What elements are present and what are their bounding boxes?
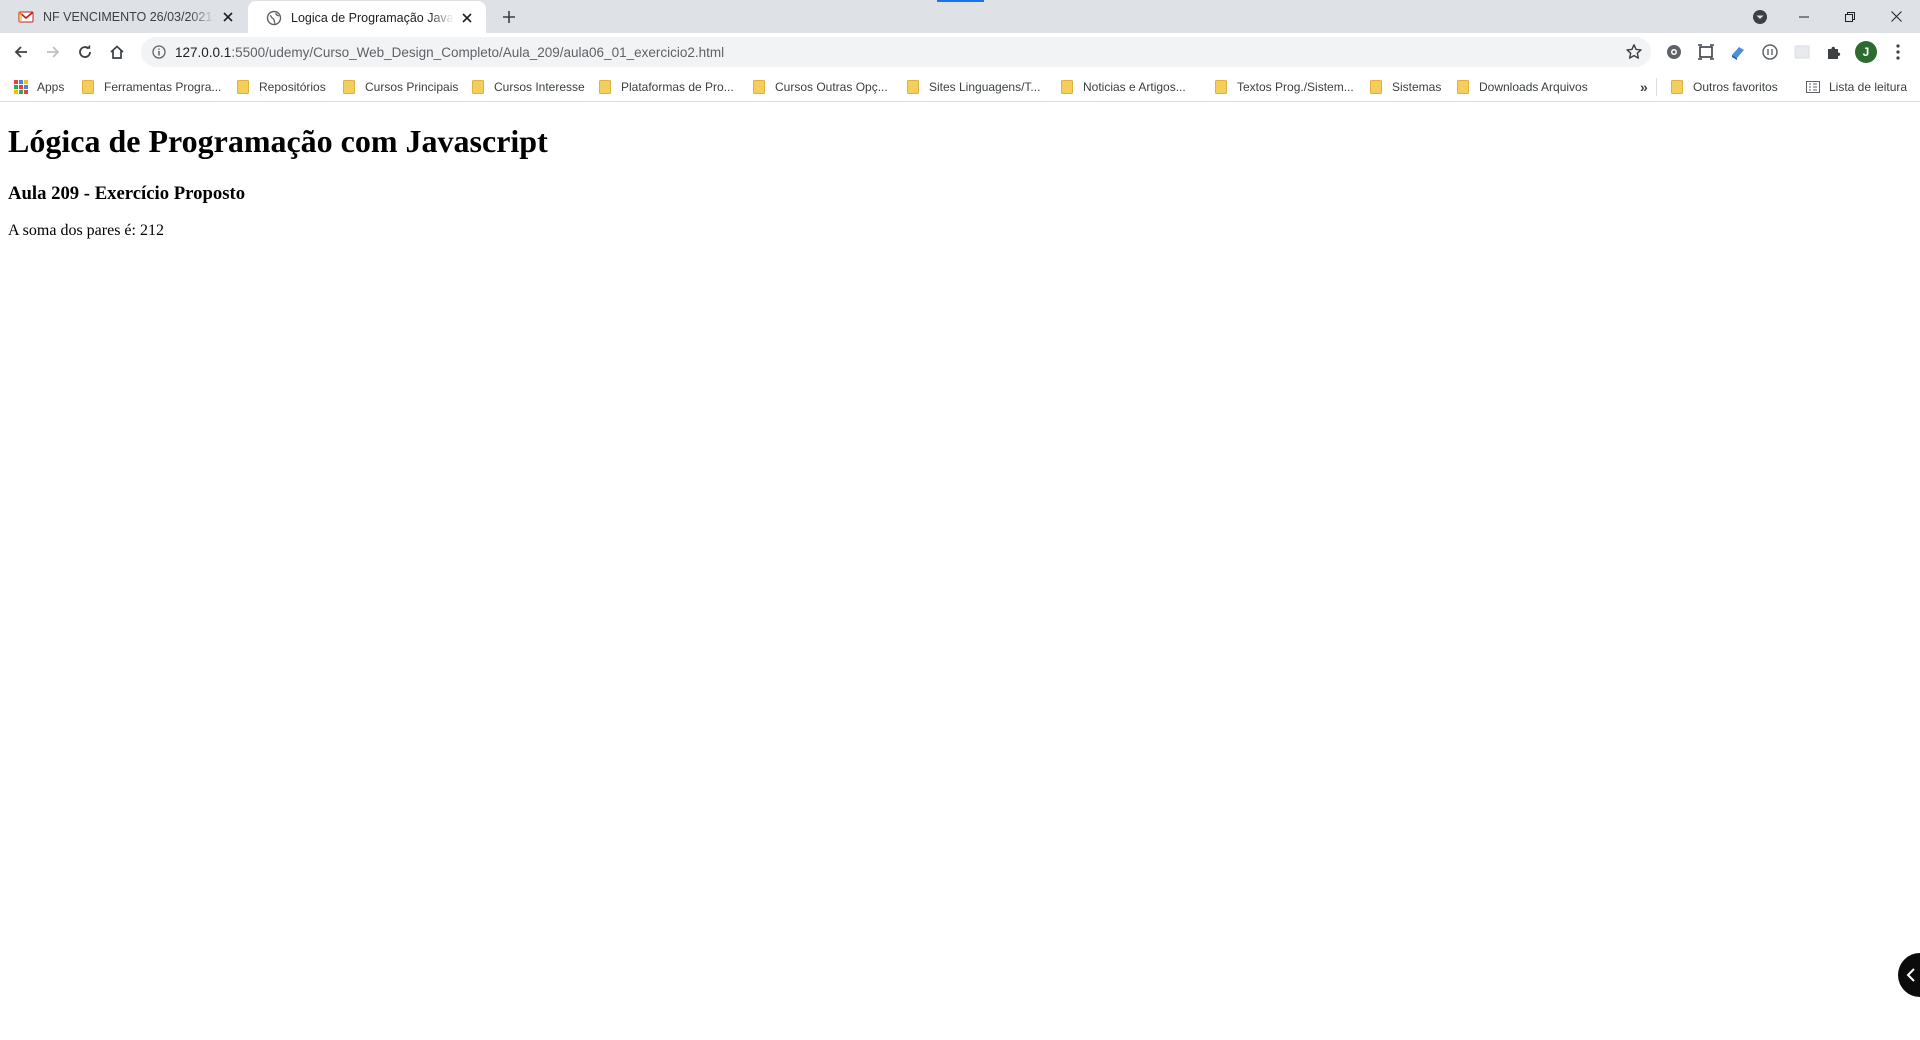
extension-blank-icon[interactable]	[1792, 42, 1812, 62]
bookmark-label: Apps	[37, 80, 65, 94]
bookmark-label: Noticias e Artigos...	[1083, 80, 1186, 94]
minimize-button[interactable]	[1781, 0, 1827, 33]
folder-icon	[599, 80, 611, 94]
bookmark-label: Lista de leitura	[1829, 80, 1908, 94]
bookmark-label: Plataformas de Pro...	[621, 80, 734, 94]
reading-list-button[interactable]: Lista de leitura	[1806, 78, 1907, 96]
close-window-button[interactable]	[1873, 0, 1919, 33]
bookmark-folder[interactable]: Cursos Principais	[343, 78, 458, 96]
bookmark-folder[interactable]: Textos Prog./Sistem...	[1215, 78, 1354, 96]
chevron-left-icon	[1906, 968, 1915, 982]
folder-icon	[1457, 80, 1469, 94]
bookmarks-bar: Apps Ferramentas Progra... Repositórios …	[0, 70, 1920, 102]
result-text: A soma dos pares é: 212	[8, 222, 164, 239]
bookmark-apps[interactable]: Apps	[14, 78, 64, 96]
close-icon[interactable]	[458, 9, 476, 27]
folder-icon	[907, 80, 919, 94]
tab-logica-programacao[interactable]: Logica de Programação Javascrip	[248, 1, 486, 35]
site-info-icon[interactable]	[151, 44, 167, 60]
folder-icon	[82, 80, 94, 94]
bookmark-label: Downloads Arquivos	[1479, 80, 1588, 94]
url-text[interactable]: 127.0.0.1:5500/udemy/Curso_Web_Design_Co…	[175, 45, 724, 60]
bookmark-folder[interactable]: Noticias e Artigos...	[1061, 78, 1186, 96]
bookmark-label: Cursos Interesse	[494, 80, 585, 94]
browser-toolbar: 127.0.0.1:5500/udemy/Curso_Web_Design_Co…	[0, 34, 1920, 70]
folder-icon	[343, 80, 355, 94]
folder-icon	[1370, 80, 1382, 94]
bookmark-star-icon[interactable]	[1625, 43, 1643, 61]
folder-icon	[1671, 80, 1683, 94]
bookmark-folder[interactable]: Ferramentas Progra...	[82, 78, 221, 96]
extension-layers-icon[interactable]	[1728, 42, 1748, 62]
plus-icon	[503, 11, 515, 23]
bookmark-folder[interactable]: Sistemas	[1370, 78, 1441, 96]
extension-circle-icon[interactable]	[1760, 42, 1780, 62]
extension-gear-icon[interactable]	[1664, 42, 1684, 62]
bookmark-label: Cursos Outras Opç...	[775, 80, 888, 94]
profile-avatar[interactable]: J	[1855, 41, 1877, 63]
bookmark-folder[interactable]: Cursos Interesse	[472, 78, 585, 96]
bookmarks-separator	[1656, 78, 1657, 96]
page-title: Lógica de Programação com Javascript	[8, 123, 548, 159]
tab-title: NF VENCIMENTO 26/03/2021 - j	[43, 9, 215, 24]
tab-gmail[interactable]: NF VENCIMENTO 26/03/2021 - j	[0, 0, 247, 33]
arrow-left-icon	[14, 46, 27, 58]
reading-list-icon	[1806, 81, 1820, 93]
bookmark-label: Outros favoritos	[1693, 80, 1778, 94]
home-icon	[110, 45, 124, 59]
url-path: :5500/udemy/Curso_Web_Design_Completo/Au…	[231, 44, 725, 60]
bookmark-label: Cursos Principais	[365, 80, 459, 94]
tab-drag-indicator	[937, 0, 984, 2]
new-tab-button[interactable]	[497, 6, 521, 28]
bookmark-folder[interactable]: Sites Linguagens/T...	[907, 78, 1040, 96]
tab-search-button[interactable]	[1750, 7, 1770, 27]
url-host: 127.0.0.1	[175, 44, 232, 60]
bookmark-other-favorites[interactable]: Outros favoritos	[1671, 78, 1778, 96]
globe-icon	[266, 10, 282, 26]
bookmark-label: Sites Linguagens/T...	[929, 80, 1041, 94]
folder-icon	[472, 80, 484, 94]
restore-icon	[1845, 11, 1855, 22]
reload-button[interactable]	[71, 38, 99, 66]
bookmark-folder[interactable]: Cursos Outras Opç...	[753, 78, 888, 96]
bookmark-folder[interactable]: Repositórios	[237, 78, 326, 96]
screen-capture-icon[interactable]	[1696, 42, 1716, 62]
bookmark-label: Repositórios	[259, 80, 326, 94]
back-button[interactable]	[7, 38, 35, 66]
home-button[interactable]	[103, 38, 131, 66]
bookmarks-overflow-button[interactable]: »	[1640, 78, 1648, 96]
folder-icon	[753, 80, 765, 94]
address-bar[interactable]: 127.0.0.1:5500/udemy/Curso_Web_Design_Co…	[141, 37, 1651, 67]
arrow-right-icon	[47, 46, 60, 58]
menu-kebab-icon[interactable]	[1888, 42, 1908, 62]
folder-icon	[237, 80, 249, 94]
bookmark-folder[interactable]: Downloads Arquivos	[1457, 78, 1588, 96]
tab-title: Logica de Programação Javascrip	[291, 11, 454, 25]
folder-icon	[1061, 80, 1073, 94]
minimize-icon	[1799, 16, 1809, 17]
folder-icon	[1215, 80, 1227, 94]
page-content: Lógica de Programação com Javascript Aul…	[0, 103, 1920, 1040]
reload-icon	[79, 44, 91, 58]
extensions-puzzle-icon[interactable]	[1824, 42, 1844, 62]
forward-button[interactable]	[39, 38, 67, 66]
page-subtitle: Aula 209 - Exercício Proposto	[8, 183, 246, 204]
apps-grid-icon	[14, 80, 28, 94]
tab-strip: NF VENCIMENTO 26/03/2021 - j Logica de P…	[0, 0, 1920, 35]
bookmark-label: Ferramentas Progra...	[104, 80, 222, 94]
gmail-icon	[18, 11, 34, 22]
bookmark-folder[interactable]: Plataformas de Pro...	[599, 78, 734, 96]
close-icon	[1890, 11, 1902, 22]
floating-side-button[interactable]	[1898, 953, 1920, 997]
bookmark-label: Sistemas	[1392, 80, 1442, 94]
bookmark-label: Textos Prog./Sistem...	[1237, 80, 1354, 94]
restore-button[interactable]	[1827, 0, 1873, 33]
close-icon[interactable]	[219, 8, 237, 26]
chevron-down-circle-icon	[1753, 10, 1767, 24]
